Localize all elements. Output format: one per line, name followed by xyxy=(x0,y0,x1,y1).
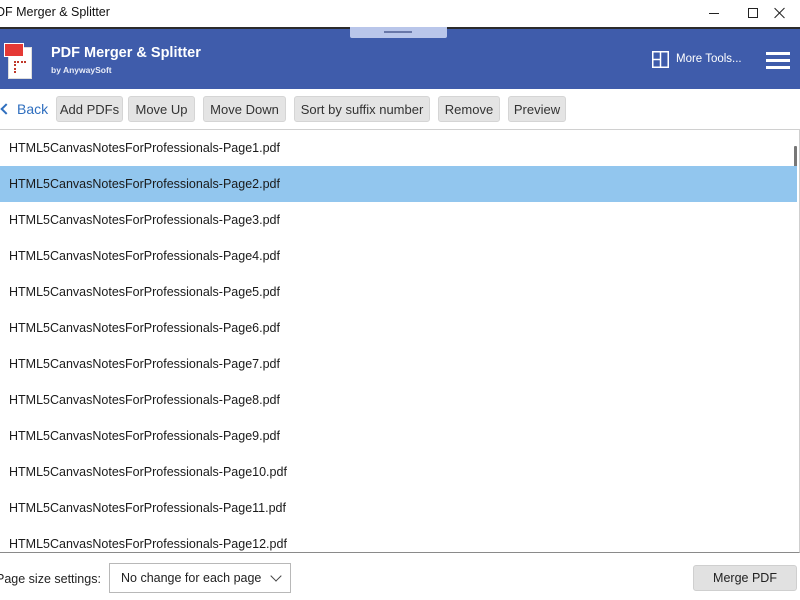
grip-line xyxy=(384,31,412,33)
app-subtitle: by AnywaySoft xyxy=(51,65,112,75)
logo-dots xyxy=(14,61,26,73)
list-item[interactable]: HTML5CanvasNotesForProfessionals-Page10.… xyxy=(0,454,797,490)
app-title: PDF Merger & Splitter xyxy=(51,45,201,61)
more-tools-button[interactable]: More Tools... xyxy=(652,50,742,68)
preview-button[interactable]: Preview xyxy=(508,96,566,122)
sort-by-suffix-button[interactable]: Sort by suffix number xyxy=(294,96,430,122)
chevron-down-icon xyxy=(270,570,282,582)
window-title: DF Merger & Splitter xyxy=(0,5,110,19)
page-size-label: Page size settings: xyxy=(0,572,101,586)
move-down-button[interactable]: Move Down xyxy=(203,96,286,122)
maximize-icon xyxy=(748,8,758,18)
pdf-file-list[interactable]: HTML5CanvasNotesForProfessionals-Page1.p… xyxy=(0,129,800,553)
merge-pdf-button[interactable]: Merge PDF xyxy=(693,565,797,591)
list-item[interactable]: HTML5CanvasNotesForProfessionals-Page9.p… xyxy=(0,418,797,454)
add-pdfs-button[interactable]: Add PDFs xyxy=(56,96,123,122)
list-item[interactable]: HTML5CanvasNotesForProfessionals-Page3.p… xyxy=(0,202,797,238)
list-item[interactable]: HTML5CanvasNotesForProfessionals-Page5.p… xyxy=(0,274,797,310)
grid-layout-icon xyxy=(652,50,669,68)
file-name: HTML5CanvasNotesForProfessionals-Page12.… xyxy=(9,537,287,551)
file-name: HTML5CanvasNotesForProfessionals-Page4.p… xyxy=(9,249,280,263)
file-name: HTML5CanvasNotesForProfessionals-Page2.p… xyxy=(9,177,280,191)
footer: Page size settings: No change for each p… xyxy=(0,553,800,600)
file-name: HTML5CanvasNotesForProfessionals-Page1.p… xyxy=(9,141,280,155)
file-name: HTML5CanvasNotesForProfessionals-Page5.p… xyxy=(9,285,280,299)
file-name: HTML5CanvasNotesForProfessionals-Page11.… xyxy=(9,501,286,515)
more-tools-label: More Tools... xyxy=(676,53,742,65)
back-label: Back xyxy=(17,101,49,117)
list-item[interactable]: HTML5CanvasNotesForProfessionals-Page6.p… xyxy=(0,310,797,346)
toolbar: Back Add PDFs Move Up Move Down Sort by … xyxy=(0,89,800,129)
file-name: HTML5CanvasNotesForProfessionals-Page6.p… xyxy=(9,321,280,335)
app-header: PDF Merger & Splitter by AnywaySoft More… xyxy=(0,27,800,89)
list-item[interactable]: HTML5CanvasNotesForProfessionals-Page8.p… xyxy=(0,382,797,418)
file-name: HTML5CanvasNotesForProfessionals-Page10.… xyxy=(9,465,287,479)
file-name: HTML5CanvasNotesForProfessionals-Page9.p… xyxy=(9,429,280,443)
file-name: HTML5CanvasNotesForProfessionals-Page3.p… xyxy=(9,213,280,227)
list-item[interactable]: HTML5CanvasNotesForProfessionals-Page7.p… xyxy=(0,346,797,382)
chevron-left-icon xyxy=(0,103,12,115)
file-name: HTML5CanvasNotesForProfessionals-Page8.p… xyxy=(9,393,280,407)
back-button[interactable]: Back xyxy=(0,99,48,119)
minimize-icon xyxy=(709,12,719,14)
window-titlebar: DF Merger & Splitter xyxy=(0,0,800,27)
page-size-select[interactable]: No change for each page xyxy=(109,563,291,593)
close-icon xyxy=(774,7,786,19)
close-button[interactable] xyxy=(760,0,800,26)
minimize-button[interactable] xyxy=(694,0,734,26)
file-name: HTML5CanvasNotesForProfessionals-Page7.p… xyxy=(9,357,280,371)
list-item[interactable]: HTML5CanvasNotesForProfessionals-Page1.p… xyxy=(0,130,797,166)
window-drag-grip[interactable] xyxy=(350,27,447,38)
logo-flag xyxy=(4,43,24,57)
remove-button[interactable]: Remove xyxy=(438,96,500,122)
hamburger-menu-icon[interactable] xyxy=(764,49,792,71)
move-up-button[interactable]: Move Up xyxy=(128,96,195,122)
pdf-merger-logo-icon xyxy=(4,43,34,81)
list-item[interactable]: HTML5CanvasNotesForProfessionals-Page11.… xyxy=(0,490,797,526)
list-item[interactable]: HTML5CanvasNotesForProfessionals-Page12.… xyxy=(0,526,797,552)
page-size-value: No change for each page xyxy=(121,571,262,585)
list-item[interactable]: HTML5CanvasNotesForProfessionals-Page2.p… xyxy=(0,166,797,202)
list-item[interactable]: HTML5CanvasNotesForProfessionals-Page4.p… xyxy=(0,238,797,274)
